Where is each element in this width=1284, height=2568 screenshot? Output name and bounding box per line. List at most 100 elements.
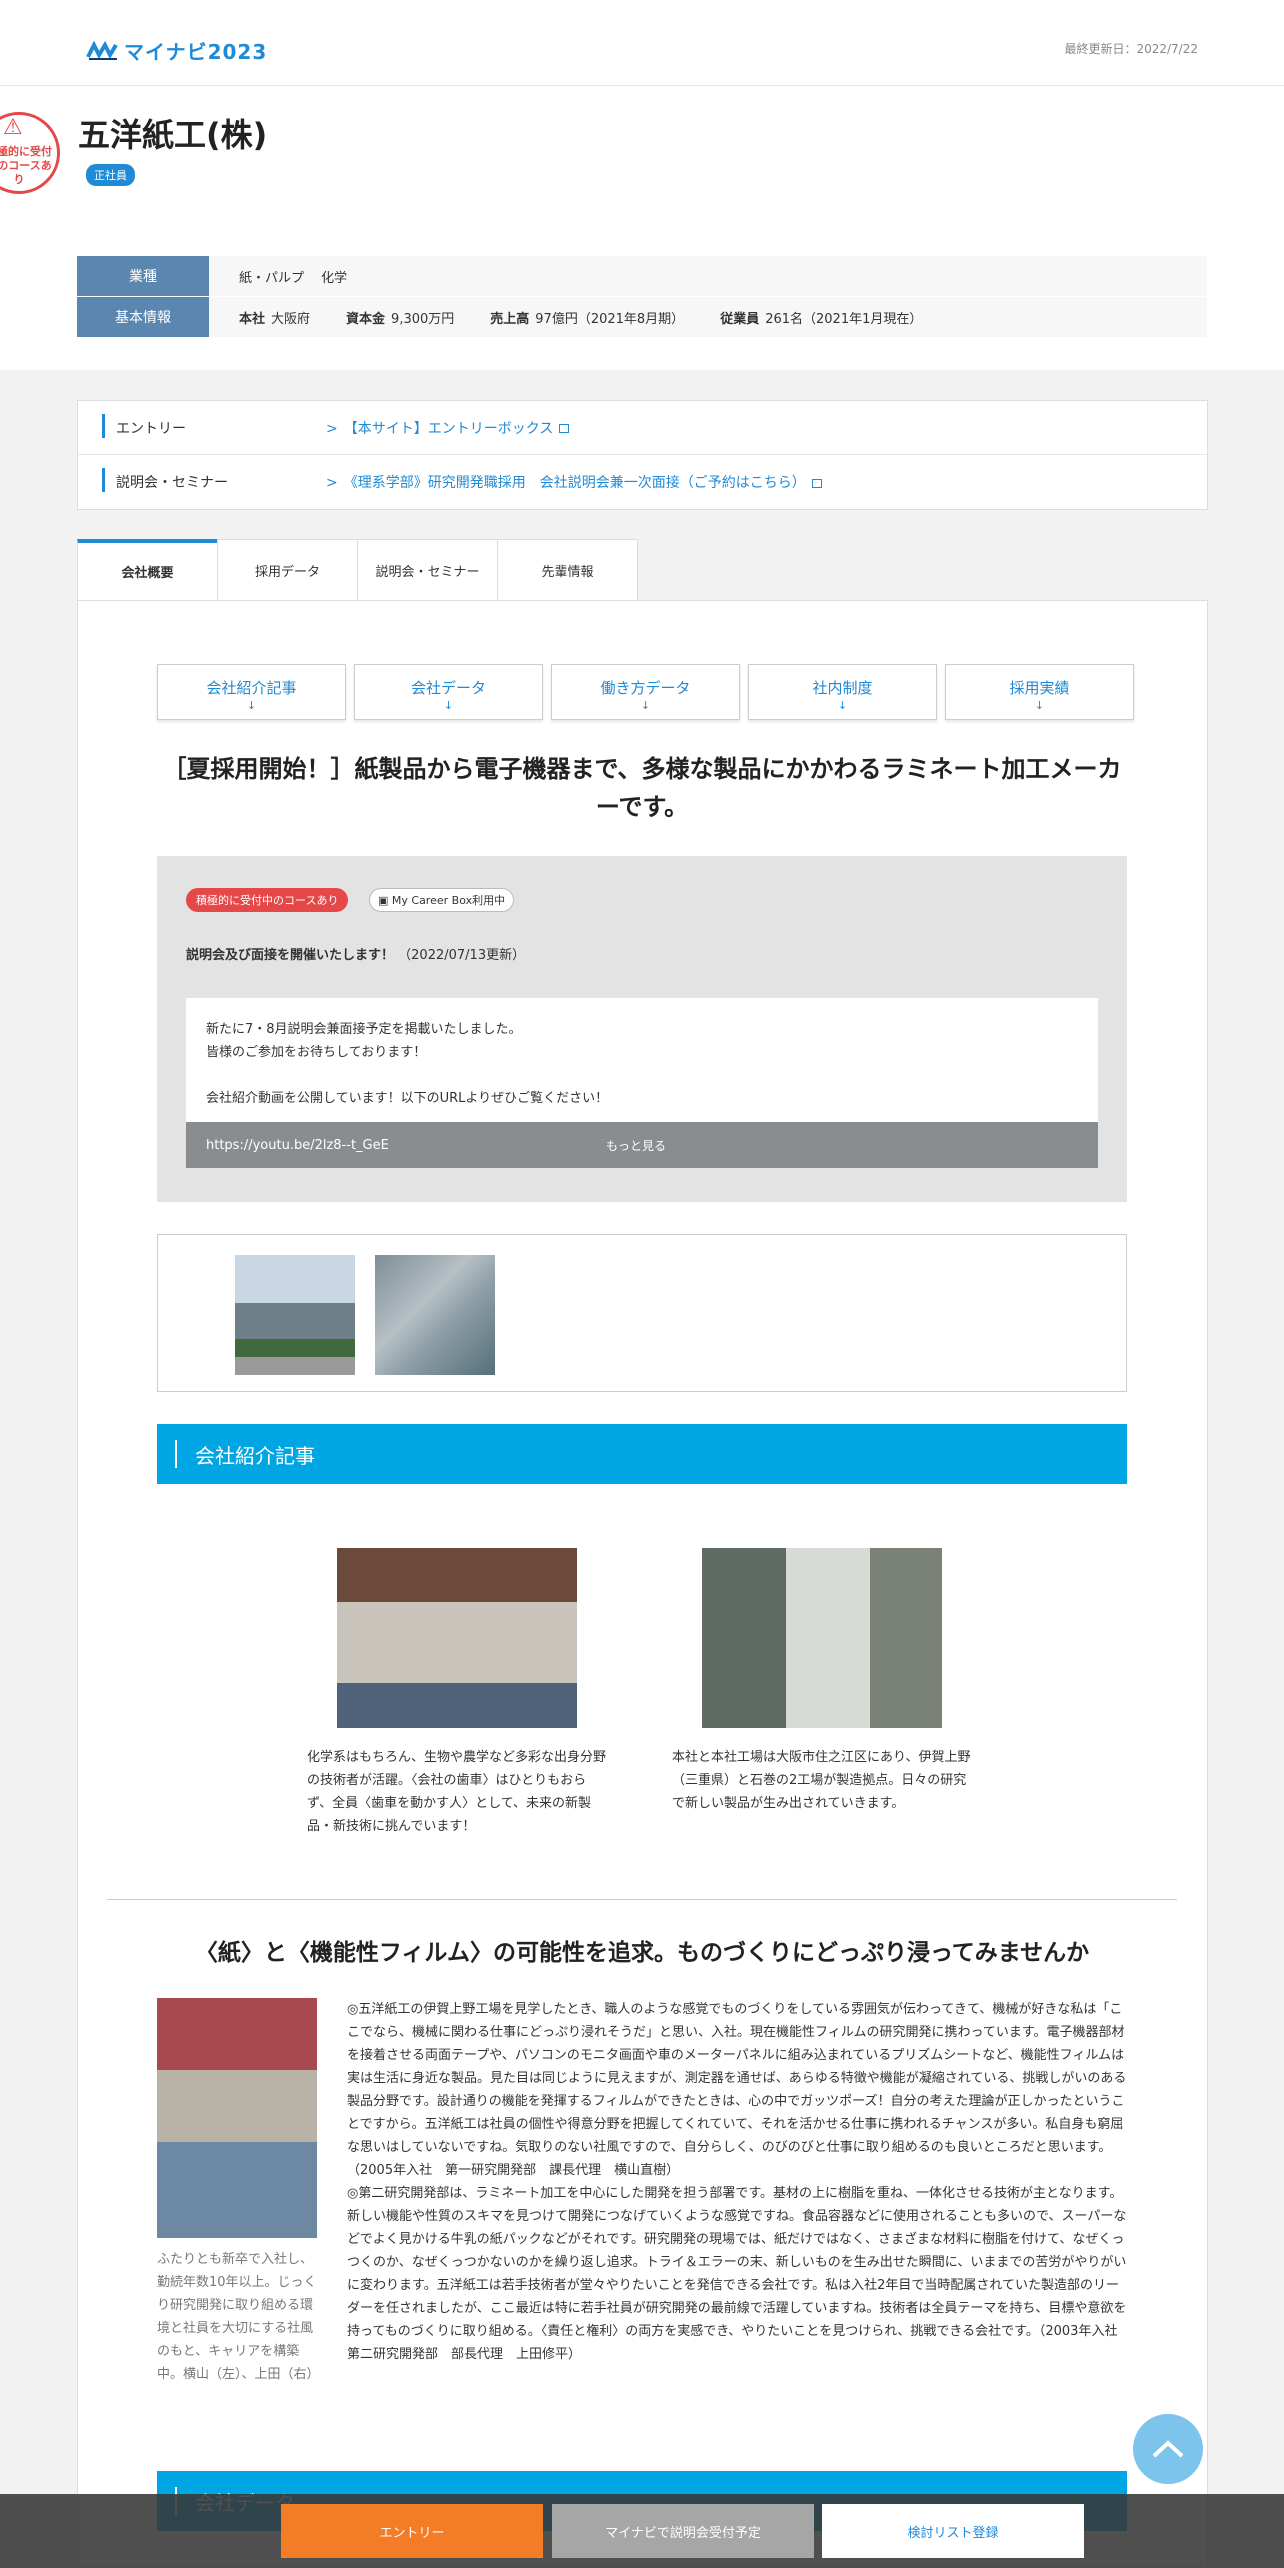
- nav-label: 会社紹介記事: [206, 679, 297, 697]
- news-footer: https://youtu.be/2lz8--t_GeE もっと見る: [186, 1122, 1098, 1168]
- site-header: マイナビ2023 最終更新日：2022/7/22: [0, 0, 1284, 86]
- chevron-right-icon: >: [326, 475, 338, 491]
- link-text: 【本サイト】エントリーボックス: [343, 420, 554, 437]
- info-row-industry: 業種 紙・パルプ 化学: [77, 256, 1207, 296]
- nav-label: 採用実績: [1009, 679, 1070, 697]
- link-text: 《理系学部》研究開発職採用 会社説明会兼一次面接（ご予約はこちら）: [343, 475, 806, 491]
- sales-key: 売上高: [490, 311, 530, 327]
- arrow-down-icon: ↓: [1034, 699, 1045, 712]
- interview-paragraph: ◎第二研究開発部は、ラミネート加工を中心にした開発を担う部署です。基材の上に樹脂…: [347, 2186, 1131, 2362]
- engineers-photo: [337, 1548, 577, 1728]
- overview-panel: 会社紹介記事 ↓ 会社データ ↓ 働き方データ ↓ 社内制度 ↓ 採用実績 ↓ ［夏採用開…: [77, 600, 1208, 2568]
- quick-links: エントリー > 【本サイト】エントリーボックス 説明会・セミナー > 《理系学部》研…: [77, 400, 1208, 510]
- nav-label: 会社データ: [410, 679, 486, 697]
- hq-value: 大阪府: [271, 311, 311, 327]
- active-tag: 積極的に受付中のコースあり: [186, 888, 349, 912]
- company-header: ⚠ 積極的に受付中のコースあり 五洋紙工(株) 正社員 業種 紙・パルプ 化学 …: [0, 86, 1284, 370]
- link-label: エントリー: [78, 413, 326, 438]
- last-updated: 最終更新日：2022/7/22: [1064, 42, 1198, 56]
- company-name: 五洋紙工(株): [78, 116, 268, 154]
- section-title-article: 会社紹介記事: [157, 1424, 1127, 1484]
- nav-system-button[interactable]: 社内制度 ↓: [748, 664, 937, 720]
- tag-text: My Career Box利用中: [391, 894, 506, 907]
- news-heading: 説明会及び面接を開催いたします！: [186, 948, 395, 963]
- employees-value: 261名（2021年1月現在）: [765, 311, 923, 327]
- divider: [107, 1899, 1177, 1900]
- link-row-entry: エントリー > 【本サイト】エントリーボックス: [78, 401, 1207, 455]
- active-recruit-stamp: ⚠ 積極的に受付中のコースあり: [0, 112, 60, 194]
- news-line: 皆様のご参加をお待ちしております！: [206, 1045, 427, 1060]
- news-line: 会社紹介動画を公開しています！以下のURLよりぜひご覧ください！: [206, 1091, 609, 1106]
- info-value: 紙・パルプ 化学: [209, 256, 1207, 296]
- brand-name: マイナビ2023: [124, 40, 268, 64]
- more-button[interactable]: もっと見る: [606, 1137, 666, 1154]
- interview-paragraph: ◎五洋紙工の伊賀上野工場を見学したとき、職人のような感覚でものづくりをしている雰…: [347, 2002, 1127, 2178]
- video-url[interactable]: https://youtu.be/2lz8--t_GeE: [206, 1138, 389, 1153]
- interview-caption: ふたりとも新卒で入社し、勤続年数10年以上。じっくり研究開発に取り組める環境と社…: [157, 2252, 320, 2382]
- chevron-up-icon: [1152, 2440, 1184, 2458]
- nav-label: 働き方データ: [600, 679, 691, 697]
- industry-value: 紙・パルプ 化学: [239, 270, 348, 286]
- mycareerbox-tag: ▣ My Career Box利用中: [369, 888, 515, 912]
- seminar-pending-button[interactable]: マイナビで説明会受付予定: [552, 2504, 814, 2558]
- nav-workstyle-button[interactable]: 働き方データ ↓: [551, 664, 740, 720]
- box-icon: ▣: [378, 894, 392, 907]
- info-label: 業種: [77, 256, 209, 296]
- interview-heading: 〈紙〉と〈機能性フィルム〉の可能性を追求。ものづくりにどっぷり浸ってみませんか: [194, 1940, 1090, 1966]
- arrow-down-icon: ↓: [837, 699, 848, 712]
- add-to-list-button[interactable]: 検討リスト登録: [822, 2504, 1084, 2558]
- content-tabs: 会社概要 採用データ 説明会・セミナー 先輩情報: [77, 539, 638, 601]
- hq-key: 本社: [239, 311, 266, 327]
- article-text: 本社と本社工場は大阪市住之江区にあり、伊賀上野（三重県）と石巻の2工場が製造拠点…: [672, 1750, 971, 1811]
- news-line: 新たに7・8月説明会兼面接予定を掲載いたしました。: [206, 1022, 522, 1037]
- tab-senpai[interactable]: 先輩情報: [497, 539, 638, 601]
- article-card-2: 本社と本社工場は大阪市住之江区にあり、伊賀上野（三重県）と石巻の2工場が製造拠点…: [672, 1548, 972, 1815]
- employees-key: 従業員: [720, 311, 760, 327]
- employment-badge: 正社員: [86, 164, 135, 186]
- factory-photo-2[interactable]: [375, 1255, 495, 1375]
- info-label: 基本情報: [77, 297, 209, 337]
- external-link-icon: [811, 478, 822, 488]
- photo-gallery: [157, 1234, 1127, 1392]
- article-card-1: 化学系はもちろん、生物や農学など多彩な出身分野の技術者が活躍。〈会社の歯車〉はひ…: [307, 1548, 607, 1838]
- section-nav: 会社紹介記事 ↓ 会社データ ↓ 働き方データ ↓ 社内制度 ↓ 採用実績 ↓: [157, 664, 1134, 720]
- nav-article-button[interactable]: 会社紹介記事 ↓: [157, 664, 346, 720]
- nav-results-button[interactable]: 採用実績 ↓: [945, 664, 1134, 720]
- link-label: 説明会・セミナー: [78, 468, 326, 492]
- interview-text: ◎五洋紙工の伊賀上野工場を見学したとき、職人のような感覚でものづくりをしている雰…: [347, 1998, 1131, 2366]
- entry-button[interactable]: エントリー: [281, 2504, 543, 2558]
- link-row-seminar: 説明会・セミナー > 《理系学部》研究開発職採用 会社説明会兼一次面接（ご予約はこ…: [78, 455, 1207, 509]
- news-title: 説明会及び面接を開催いたします！ （2022/07/13更新）: [186, 944, 525, 963]
- info-value: 本社 大阪府 資本金 9,300万円 売上高 97億円（2021年8月期） 従業員 26…: [209, 297, 1207, 337]
- entry-box-link[interactable]: > 【本サイト】エントリーボックス: [326, 418, 570, 438]
- info-row-basic: 基本情報 本社 大阪府 資本金 9,300万円 売上高 97億円（2021年8月期） …: [77, 297, 1207, 337]
- news-box: 積極的に受付中のコースあり ▣ My Career Box利用中 説明会及び面接…: [157, 856, 1127, 1202]
- tab-overview[interactable]: 会社概要: [77, 539, 218, 601]
- stamp-text: 積極的に受付中のコースあり: [0, 145, 52, 186]
- capital-value: 9,300万円: [391, 311, 455, 327]
- interview-photo: [157, 1998, 317, 2238]
- arrow-down-icon: ↓: [640, 699, 651, 712]
- chevron-right-icon: >: [326, 420, 338, 437]
- factory-photo-1[interactable]: [235, 1255, 355, 1375]
- catch-headline: ［夏採用開始！］紙製品から電子機器まで、多様な製品にかかわるラミネート加工メーカ…: [162, 755, 1122, 821]
- sales-value: 97億円（2021年8月期）: [535, 311, 685, 327]
- news-text: 新たに7・8月説明会兼面接予定を掲載いたしました。 皆様のご参加をお待ちしており…: [186, 998, 1098, 1130]
- news-date: （2022/07/13更新）: [398, 948, 526, 963]
- nav-company-data-button[interactable]: 会社データ ↓: [354, 664, 543, 720]
- external-link-icon: [559, 424, 570, 433]
- mynavi-logo[interactable]: マイナビ2023: [86, 36, 267, 65]
- tab-seminar[interactable]: 説明会・セミナー: [357, 539, 498, 601]
- bottom-action-bar: エントリー マイナビで説明会受付予定 検討リスト登録: [0, 2494, 1284, 2568]
- megaphone-icon: ⚠: [3, 115, 23, 140]
- tab-recruit-data[interactable]: 採用データ: [217, 539, 358, 601]
- news-body: 新たに7・8月説明会兼面接予定を掲載いたしました。 皆様のご参加をお待ちしており…: [186, 998, 1098, 1168]
- seminar-link[interactable]: > 《理系学部》研究開発職採用 会社説明会兼一次面接（ご予約はこちら）: [326, 472, 822, 492]
- nav-label: 社内制度: [812, 679, 873, 697]
- back-to-top-button[interactable]: [1133, 2414, 1203, 2484]
- machine-photo: [702, 1548, 942, 1728]
- article-text: 化学系はもちろん、生物や農学など多彩な出身分野の技術者が活躍。〈会社の歯車〉はひ…: [307, 1750, 607, 1834]
- mynavi-logo-icon: [86, 40, 118, 60]
- arrow-down-icon: ↓: [246, 699, 257, 712]
- company-info-table: 業種 紙・パルプ 化学 基本情報 本社 大阪府 資本金 9,300万円 売上高 97億…: [77, 256, 1207, 338]
